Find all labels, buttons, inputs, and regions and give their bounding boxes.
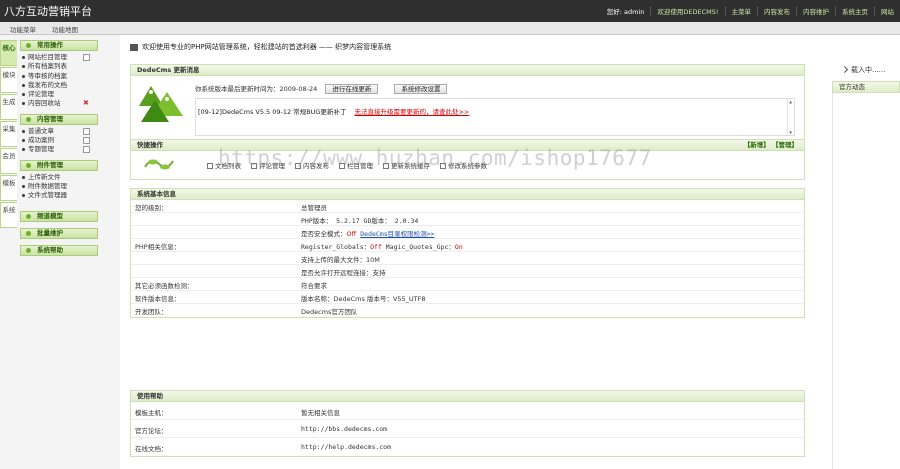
tab-member[interactable]: 会员 — [0, 148, 17, 174]
quick-publish[interactable]: 内容发布 — [295, 160, 329, 170]
top-link-main-menu[interactable]: 主菜单 — [724, 6, 758, 16]
dir-permission-link[interactable]: DedeCms目录权限检测>> — [360, 230, 434, 238]
top-link-maintain[interactable]: 内容维护 — [796, 6, 835, 16]
doc-list-icon — [207, 163, 213, 169]
dedecms-logo-icon — [139, 86, 183, 122]
top-header: 八方互动营销平台 您好: admin 欢迎使用DEDECMS! 主菜单 内容发布… — [0, 0, 900, 22]
table-row: 您的级别： 总管理员 — [131, 200, 804, 213]
menu-item-all-docs[interactable]: 所有档案列表 — [20, 62, 98, 71]
table-row: PHP相关信息： Register_Globals：Off Magic_Quote… — [131, 239, 804, 252]
settings-icon — [440, 163, 446, 169]
group-content[interactable]: 内容管理 — [20, 113, 98, 125]
system-info-title: 系统基本信息 — [131, 189, 804, 200]
menu-item-pending[interactable]: 等审核的档案 — [20, 72, 98, 81]
forum-link[interactable]: http://bbs.dedecms.com — [301, 425, 387, 433]
leaf-decoration-icon — [144, 159, 174, 170]
update-panel: DedeCms 更新消息 你系统版本最后更新时间为：2009-08-24 进行在… — [130, 64, 805, 140]
official-news-panel — [832, 93, 900, 469]
top-link-system-home[interactable]: 系统主页 — [835, 6, 874, 16]
official-news-title: 官方动态 — [832, 81, 900, 93]
function-menu-link[interactable]: 功能菜单 — [10, 24, 36, 34]
tab-generate[interactable]: 生成 — [0, 94, 17, 120]
welcome-message: 欢迎使用专业的PHP网站管理系统，轻松建站的首选利器 —— 织梦内容管理系统 — [130, 42, 391, 52]
last-update-line: 你系统版本最后更新时间为：2009-08-24 进行在线更新 系统修改设置 — [195, 83, 448, 94]
menu-item-attach-data[interactable]: 附件数据管理 — [20, 182, 98, 191]
vertical-tabs: 核心 模块 生成 采集 会员 模板 系统 — [0, 40, 20, 229]
update-panel-title: DedeCms 更新消息 — [131, 65, 804, 76]
loading-indicator: 载入中...... — [840, 65, 885, 75]
group-batch[interactable]: 批量维护 — [20, 227, 98, 239]
publish-icon — [295, 163, 301, 169]
tab-core[interactable]: 核心 — [0, 40, 17, 66]
menu-item-cases[interactable]: 成功案例 — [20, 136, 98, 145]
quick-comments[interactable]: 评论管理 — [251, 160, 285, 170]
channel-icon — [339, 163, 345, 169]
docs-link[interactable]: http://help.dedecms.com — [301, 443, 391, 451]
top-link-welcome[interactable]: 欢迎使用DEDECMS! — [650, 6, 724, 16]
left-navigation: 核心 模块 生成 采集 会员 模板 系统 常用操作 网站栏目管理 所有档案列表 … — [0, 35, 120, 469]
main-content: 欢迎使用专业的PHP网站管理系统，轻松建站的首选利器 —— 织梦内容管理系统 D… — [120, 35, 830, 469]
group-common[interactable]: 常用操作 — [20, 40, 98, 51]
table-row: 是否安全模式：Off DedeCms目录权限检测>> — [131, 226, 804, 239]
table-row: 支持上传的最大文件：10M — [131, 252, 804, 265]
update-news-text: [09-12]DedeCms V5.5 09-12 常规BUG更新补丁 — [198, 108, 347, 116]
update-news-link[interactable]: 无法直接升级需要更新的，请查此处>> — [354, 108, 469, 116]
page-icon[interactable] — [83, 54, 90, 61]
quick-ops-items: 文档列表 评论管理 内容发布 栏目管理 更新系统缓存 修改系统参数 — [207, 160, 487, 170]
menu-item-recycle[interactable]: 内容回收站 ✖ — [20, 99, 98, 108]
right-column: 载入中...... 官方动态 — [830, 35, 900, 469]
top-link-publish[interactable]: 内容发布 — [757, 6, 796, 16]
system-info-panel: 系统基本信息 您的级别： 总管理员 PHP版本： 5.2.17 GD版本： 2.0… — [130, 188, 805, 318]
table-row: 官方论坛： http://bbs.dedecms.com — [131, 420, 804, 438]
tab-collect[interactable]: 采集 — [0, 121, 17, 147]
help-panel: 使用帮助 模板主机： 暂无相关信息 官方论坛： http://bbs.dedecms… — [130, 390, 805, 457]
sidebar-menu: 常用操作 网站栏目管理 所有档案列表 等审核的档案 我发布的文档 评论管理 内容… — [20, 40, 98, 258]
group-attachments[interactable]: 附件管理 — [20, 159, 98, 171]
welcome-icon — [130, 43, 138, 51]
menu-item-upload[interactable]: 上传新文件 — [20, 173, 98, 182]
page-icon[interactable] — [83, 146, 90, 154]
quick-ops-actions[interactable]: 【新增】 【管理】 — [744, 140, 798, 151]
brand-title: 八方互动营销平台 — [4, 5, 92, 18]
table-row: 模板主机： 暂无相关信息 — [131, 402, 804, 420]
quick-channels[interactable]: 栏目管理 — [339, 160, 373, 170]
table-row: 是否允许打开远程连接：支持 — [131, 265, 804, 278]
table-row: PHP版本： 5.2.17 GD版本： 2.0.34 — [131, 213, 804, 226]
cache-icon — [383, 163, 389, 169]
menu-item-my-docs[interactable]: 我发布的文档 — [20, 81, 98, 90]
user-greeting: 您好: admin — [606, 8, 645, 16]
tab-module[interactable]: 模块 — [0, 67, 17, 93]
system-settings-button[interactable]: 系统修改设置 — [394, 84, 448, 94]
tab-template[interactable]: 模板 — [0, 175, 17, 201]
arrow-icon — [840, 65, 849, 74]
table-row: 其它必须函数检测： 符合要求 — [131, 278, 804, 291]
quick-cache[interactable]: 更新系统缓存 — [383, 160, 430, 170]
quick-sys-params[interactable]: 修改系统参数 — [440, 160, 487, 170]
update-news-area[interactable]: [09-12]DedeCms V5.5 09-12 常规BUG更新补丁 无法直接升… — [195, 98, 795, 136]
quick-ops-panel: 快捷操作 【新增】 【管理】 文档列表 评论管理 内容发布 栏目管理 更新系统缓… — [130, 139, 805, 180]
help-title: 使用帮助 — [131, 391, 804, 402]
group-channel-model[interactable]: 频道模型 — [20, 210, 98, 222]
delete-icon[interactable]: ✖ — [83, 100, 90, 107]
menu-item-topics[interactable]: 专题管理 — [20, 145, 98, 154]
update-scrollbar[interactable] — [787, 99, 794, 135]
function-map-link[interactable]: 功能地图 — [52, 24, 78, 34]
quick-doc-list[interactable]: 文档列表 — [207, 160, 241, 170]
comment-icon — [251, 163, 257, 169]
online-update-button[interactable]: 进行在线更新 — [325, 84, 379, 94]
group-help[interactable]: 系统帮助 — [20, 244, 98, 256]
top-link-site[interactable]: 网站 — [874, 6, 900, 16]
table-row: 开发团队： Dedecms官方团队 — [135, 308, 358, 316]
menu-item-channel-manage[interactable]: 网站栏目管理 — [20, 53, 98, 62]
menu-item-articles[interactable]: 普通文章 — [20, 127, 98, 136]
menu-item-file-manager[interactable]: 文件式管理器 — [20, 191, 98, 200]
quick-ops-title: 快捷操作 — [137, 141, 163, 149]
table-row: 在线文档： http://help.dedecms.com — [135, 443, 392, 453]
table-row: 软件版本信息： 版本名称：DedeCms 版本号：V55_UTF8 — [131, 291, 804, 304]
tab-system[interactable]: 系统 — [0, 202, 17, 228]
page-icon[interactable] — [83, 127, 90, 135]
sub-toolbar: 功能菜单 功能地图 — [0, 22, 900, 35]
top-links: 您好: admin 欢迎使用DEDECMS! 主菜单 内容发布 内容维护 系统主… — [601, 6, 900, 16]
page-icon[interactable] — [83, 137, 90, 145]
